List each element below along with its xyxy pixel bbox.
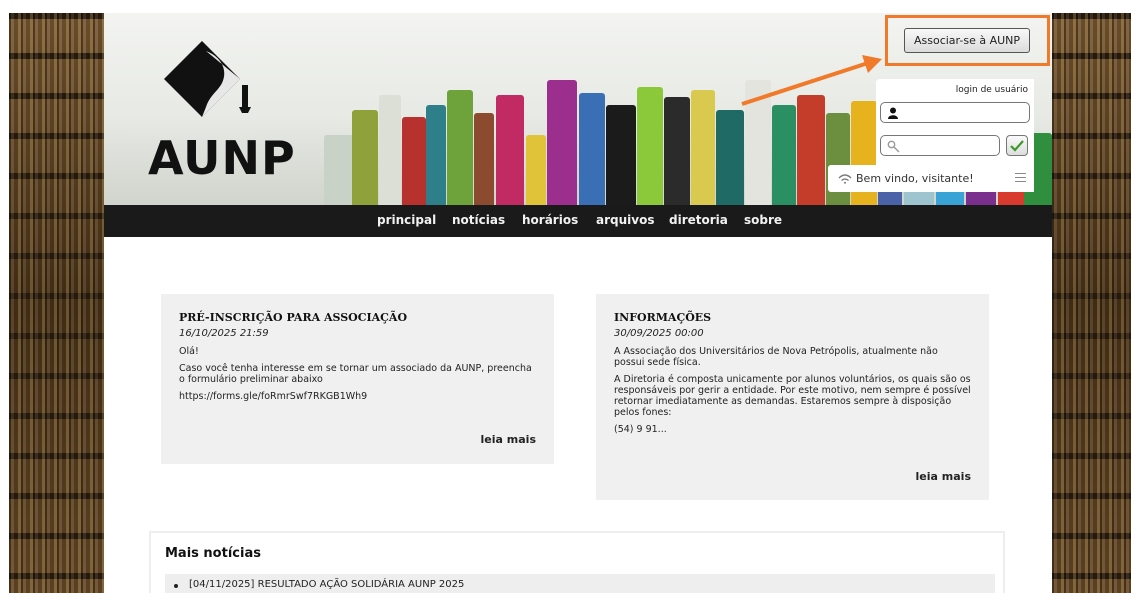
post-paragraph: Olá!: [179, 346, 199, 357]
banner-book: [797, 95, 825, 205]
read-more-link[interactable]: leia mais: [916, 470, 971, 483]
welcome-text: Bem vindo, visitante!: [856, 172, 974, 185]
post-title[interactable]: INFORMAÇÕES: [614, 311, 971, 324]
banner-book: [402, 117, 426, 205]
key-icon: [887, 140, 900, 153]
banner-book: [474, 113, 494, 205]
user-icon: [888, 107, 898, 119]
arrow-annotation: [741, 55, 882, 106]
banner-book: [772, 105, 796, 205]
banner-book: [352, 110, 378, 205]
banner-book: [606, 105, 636, 205]
banner-book: [379, 95, 401, 205]
post-title[interactable]: PRÉ-INSCRIÇÃO PARA ASSOCIAÇÃO: [179, 311, 536, 324]
news-card: PRÉ-INSCRIÇÃO PARA ASSOCIAÇÃO 16/10/2025…: [161, 294, 554, 464]
banner-book: [547, 80, 577, 205]
nav-horarios[interactable]: horários: [522, 213, 578, 227]
banner-book: [691, 90, 715, 205]
nav-noticias[interactable]: notícias: [452, 213, 505, 227]
more-news-section: Mais notícias [04/11/2025] RESULTADO AÇÃ…: [149, 531, 1005, 593]
join-aunp-button[interactable]: Associar-se à AUNP: [904, 28, 1030, 53]
wifi-icon: [838, 173, 852, 184]
post-paragraph: A Diretoria é composta unicamente por al…: [614, 374, 971, 418]
nav-arquivos[interactable]: arquivos: [596, 213, 654, 227]
banner-book: [496, 95, 524, 205]
nav-diretoria[interactable]: diretoria: [669, 213, 728, 227]
login-label: login de usuário: [955, 85, 1028, 95]
banner-book: [664, 97, 690, 205]
post-paragraph: Caso você tenha interesse em se tornar u…: [179, 363, 532, 385]
nav-sobre[interactable]: sobre: [744, 213, 782, 227]
username-input[interactable]: [880, 102, 1030, 123]
password-input[interactable]: [880, 135, 1000, 156]
top-strip: [0, 0, 1131, 13]
banner-book: [324, 135, 354, 205]
news-card: INFORMAÇÕES 30/09/2025 00:00 A Associaçã…: [596, 294, 989, 500]
library-background-left: [9, 13, 104, 593]
post-paragraph: (54) 9 91...: [614, 424, 667, 435]
logo-mark: [164, 41, 251, 117]
banner-book: [637, 87, 663, 205]
post-date: 30/09/2025 00:00: [614, 328, 704, 339]
nav-principal[interactable]: principal: [377, 213, 436, 227]
main-nav: principal notícias horários arquivos dir…: [104, 205, 1052, 237]
more-news-title: Mais notícias: [165, 546, 261, 561]
read-more-link[interactable]: leia mais: [481, 433, 536, 446]
welcome-bar[interactable]: Bem vindo, visitante!: [828, 165, 1034, 192]
banner-book: [526, 135, 546, 205]
menu-icon[interactable]: [1015, 173, 1026, 182]
login-panel: login de usuário: [876, 79, 1034, 172]
banner-book: [716, 110, 744, 205]
banner-book: [447, 90, 473, 205]
login-submit-button[interactable]: [1006, 135, 1028, 156]
list-item[interactable]: [04/11/2025] RESULTADO AÇÃO SOLIDÁRIA AU…: [165, 574, 995, 593]
banner-book: [579, 93, 605, 205]
check-icon: [1010, 139, 1024, 152]
library-background-right: [1052, 13, 1131, 593]
post-paragraph: A Associação dos Universitários de Nova …: [614, 346, 938, 368]
logo-text: AUNP: [148, 131, 296, 185]
page-edge: [0, 13, 9, 593]
post-date: 16/10/2025 21:59: [179, 328, 269, 339]
header-banner: AUNP Associar-se à AUNP login de usuário: [104, 13, 1052, 205]
banner-book: [426, 105, 446, 205]
post-link[interactable]: https://forms.gle/foRmrSwf7RKGB1Wh9: [179, 391, 536, 402]
